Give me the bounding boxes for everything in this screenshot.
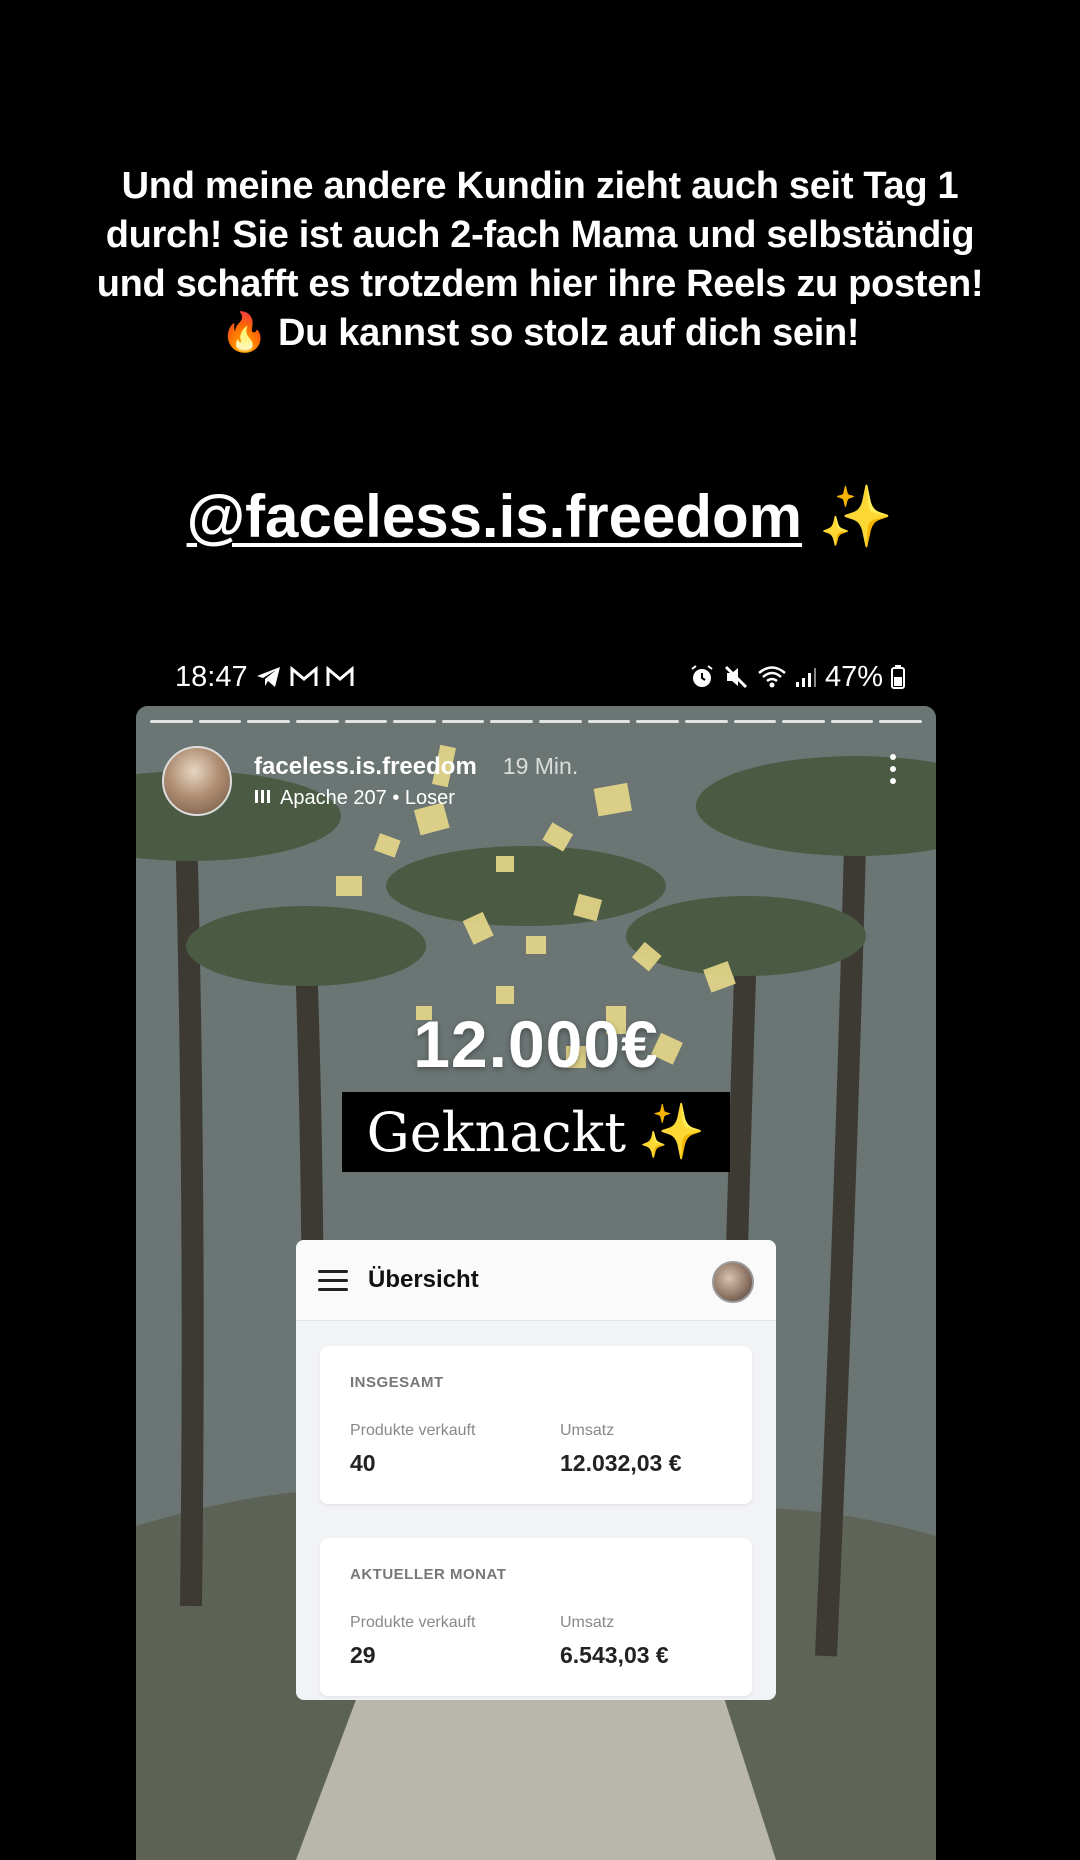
signal-icon [795,666,817,688]
gmail-icon [326,666,354,688]
caption-line: durch! Sie ist auch 2-fach Mama und selb… [105,214,975,256]
card-label: INSGESAMT [350,1374,444,1391]
caption-line: 🔥 Du kannst so stolz auf dich sein! [60,309,1020,358]
revenue-label: Umsatz [560,1614,615,1631]
month-stats-card: AKTUELLER MONAT Produkte verkauft 29 Ums… [320,1538,752,1696]
user-avatar[interactable] [712,1261,754,1303]
caption-line-text: Du kannst so stolz auf dich sein! [277,312,860,354]
revenue-value: 6.543,03 € [560,1642,669,1668]
sales-dashboard: Übersicht INSGESAMT Produkte verkauft 40… [296,1240,776,1700]
wifi-icon [757,665,787,689]
caption-line: und schafft es trotzdem hier ihre Reels … [96,263,984,305]
story-timestamp: 19 Min. [502,752,579,779]
music-bars-icon [254,787,272,810]
revenue-label: Umsatz [560,1422,615,1439]
hamburger-menu-icon[interactable] [318,1264,348,1297]
mute-icon [723,664,749,690]
status-time: 18:47 [175,660,248,693]
mention-sticker[interactable]: @faceless.is.freedom ✨ [0,482,1080,552]
more-options-icon[interactable] [890,754,896,790]
dashboard-title: Übersicht [368,1266,479,1293]
status-bar: 18:47 47% [175,655,905,699]
alarm-icon [689,664,715,690]
geknackt-text: Geknackt [366,1100,627,1164]
card-label: AKTUELLER MONAT [350,1566,507,1583]
profile-avatar[interactable] [162,746,232,816]
caption-line: Und meine andere Kundin zieht auch seit … [121,165,959,207]
sold-label: Produkte verkauft [350,1614,476,1631]
total-stats-card: INSGESAMT Produkte verkauft 40 Umsatz 12… [320,1346,752,1504]
geknackt-banner: Geknackt ✨ [342,1092,730,1172]
story-username[interactable]: faceless.is.freedom [254,753,477,781]
battery-icon [891,665,905,689]
sold-label: Produkte verkauft [350,1422,476,1439]
revenue-value: 12.032,03 € [560,1450,682,1476]
amount-headline: 12.000€ [413,1007,659,1081]
story-header: faceless.is.freedom 19 Min. Apache 207 •… [162,746,578,816]
sparkles-icon: ✨ [638,1100,706,1163]
battery-level: 47% [824,660,883,693]
sparkles-icon: ✨ [818,483,894,550]
gmail-icon [290,666,318,688]
dashboard-header: Übersicht [296,1240,776,1321]
fire-icon: 🔥 [220,312,268,354]
story-caption: Und meine andere Kundin zieht auch seit … [60,162,1020,358]
story-screenshot: faceless.is.freedom 19 Min. Apache 207 •… [136,706,936,1860]
story-music-label[interactable]: Apache 207 • Loser [280,787,455,810]
story-progress-bar [150,720,922,723]
telegram-icon [256,666,282,688]
sold-value: 40 [350,1450,376,1476]
mention-handle[interactable]: @faceless.is.freedom [187,483,802,550]
sold-value: 29 [350,1642,376,1668]
